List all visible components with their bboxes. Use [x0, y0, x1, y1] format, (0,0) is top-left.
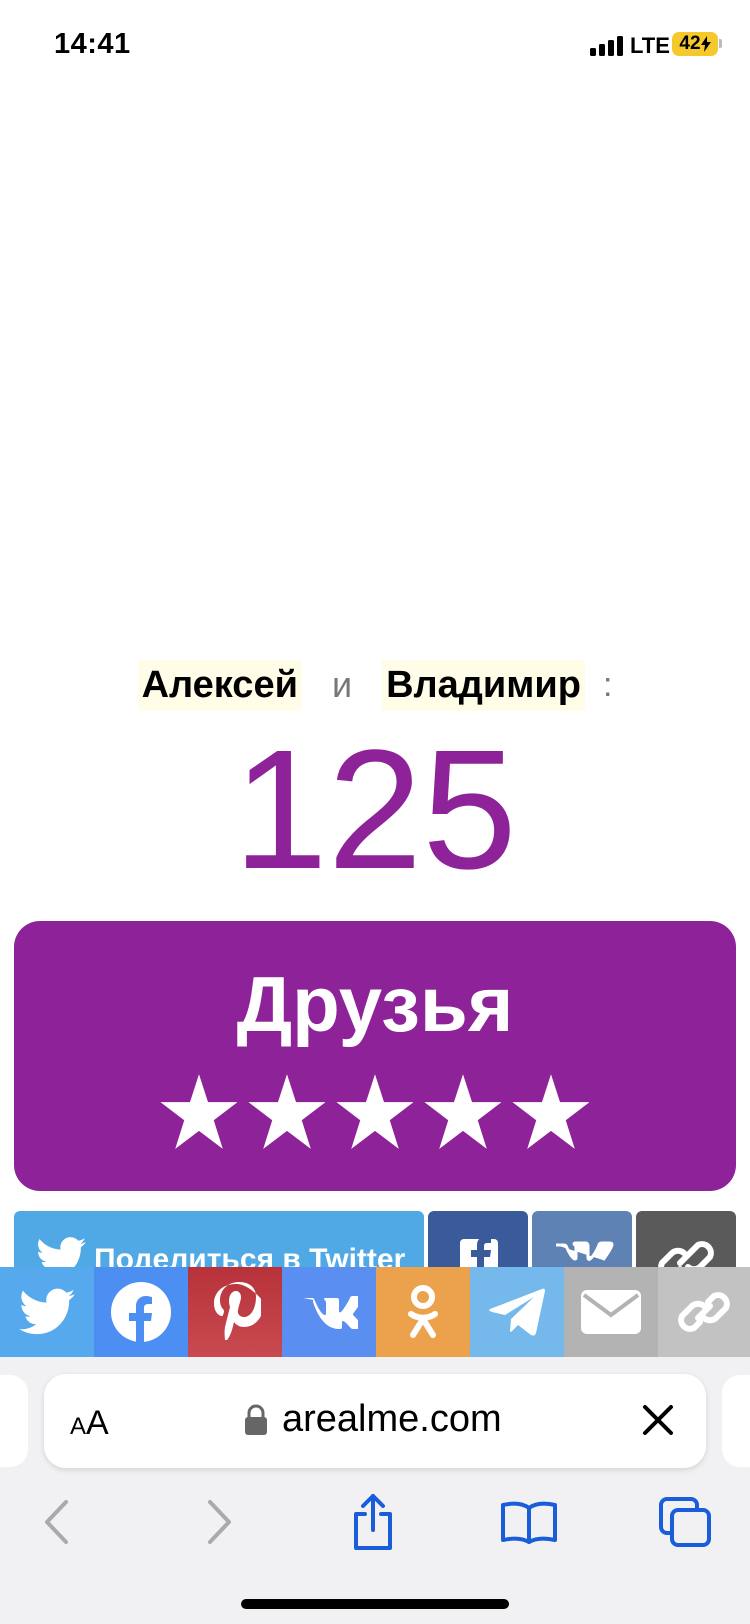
share-bar-facebook[interactable] [94, 1267, 188, 1357]
home-indicator[interactable] [241, 1599, 509, 1609]
book-icon [501, 1501, 557, 1544]
star-icon [160, 1074, 238, 1149]
browser-toolbar: AA arealme.com [0, 1357, 750, 1624]
lock-icon [245, 1404, 267, 1435]
vk-icon [303, 1296, 358, 1329]
names-line: Алексей и Владимир : [0, 655, 750, 715]
mail-icon [581, 1290, 641, 1334]
share-bar-vk[interactable] [282, 1267, 376, 1357]
star-icon [248, 1074, 326, 1149]
share-bar-telegram[interactable] [470, 1267, 564, 1357]
share-twitter-button[interactable]: Поделиться в Twitter [14, 1211, 424, 1271]
battery-cap [719, 39, 722, 48]
share-bar-mail[interactable] [564, 1267, 658, 1357]
forward-button[interactable] [184, 1487, 254, 1557]
share-bar-pinterest[interactable] [188, 1267, 282, 1357]
share-button[interactable] [338, 1487, 408, 1557]
share-bar [0, 1267, 750, 1357]
name-one: Алексей [137, 659, 302, 711]
status-time: 14:41 [54, 28, 131, 60]
url-domain: arealme.com [282, 1398, 502, 1440]
name-two: Владимир [382, 659, 585, 711]
share-vk-button[interactable] [532, 1211, 632, 1271]
link-icon [658, 1241, 714, 1271]
twitter-icon [38, 1237, 86, 1271]
network-type: LTE [630, 33, 670, 58]
facebook-icon [111, 1282, 171, 1343]
text-size-button[interactable]: AA [70, 1404, 109, 1443]
vk-icon [556, 1241, 614, 1261]
charging-bolt-icon [700, 36, 711, 52]
chevron-left-icon [45, 1500, 68, 1544]
battery-level: 42 [679, 33, 701, 54]
twitter-icon [19, 1288, 75, 1335]
tabs-button[interactable] [650, 1487, 720, 1557]
odnoklassniki-icon [408, 1285, 438, 1338]
status-bar: 14:41 LTE 42 [0, 0, 750, 90]
colon: : [602, 665, 613, 704]
link-icon [678, 1292, 730, 1332]
and-word: и [331, 664, 353, 705]
close-icon[interactable] [640, 1402, 676, 1438]
share-bar-odnoklassniki[interactable] [376, 1267, 470, 1357]
share-row: Поделиться в Twitter [14, 1211, 736, 1271]
star-icon [424, 1074, 502, 1149]
previous-tab-preview[interactable] [0, 1375, 28, 1467]
result-title: Друзья [236, 960, 514, 1048]
share-icon [354, 1494, 392, 1550]
star-icon [336, 1074, 414, 1149]
signal-icon [590, 36, 624, 56]
share-bar-twitter[interactable] [0, 1267, 94, 1357]
share-bar-link[interactable] [658, 1267, 750, 1357]
address-bar[interactable]: AA arealme.com [44, 1374, 706, 1468]
back-button[interactable] [22, 1487, 92, 1557]
facebook-icon [460, 1237, 498, 1271]
bookmarks-button[interactable] [494, 1487, 564, 1557]
star-rating [14, 1071, 736, 1153]
chevron-right-icon [208, 1500, 231, 1544]
battery-icon: 42 [672, 32, 718, 56]
result-card: Друзья [14, 921, 736, 1191]
telegram-icon [489, 1288, 545, 1336]
next-tab-preview[interactable] [722, 1375, 750, 1467]
browser-nav-row [0, 1487, 750, 1567]
share-facebook-button[interactable] [428, 1211, 528, 1271]
share-link-button[interactable] [636, 1211, 736, 1271]
star-icon [512, 1074, 590, 1149]
pinterest-icon [214, 1282, 261, 1340]
tabs-icon [659, 1497, 711, 1547]
score: 125 [233, 715, 517, 905]
